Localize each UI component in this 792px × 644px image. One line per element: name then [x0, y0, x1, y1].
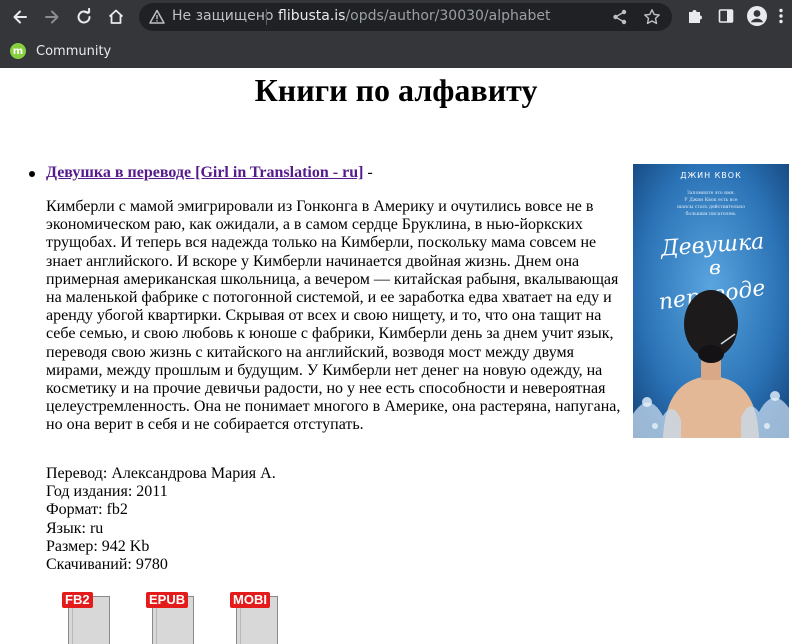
cover-title-line2: в	[709, 255, 721, 279]
list-bullet	[29, 171, 35, 177]
page-title: Книги по алфавиту	[254, 72, 538, 108]
download-epub-link[interactable]: EPUB	[142, 590, 194, 644]
arrow-right-icon	[45, 10, 59, 24]
address-bar[interactable]: Не защищено flibusta.is/opds/author/3003…	[139, 3, 672, 31]
more-vertical-icon	[779, 8, 783, 24]
arrow-left-icon	[13, 10, 27, 24]
detail-language: Язык: ru	[46, 519, 104, 537]
book-title-suffix: -	[363, 164, 373, 181]
profile-button[interactable]	[746, 5, 768, 27]
cover-tagline: шансы стать действительно	[677, 204, 745, 210]
cover-tagline: У Джин Квок есть все	[684, 197, 738, 203]
reload-button[interactable]	[71, 4, 97, 30]
share-icon[interactable]	[611, 8, 629, 26]
puzzle-icon	[689, 10, 702, 23]
book-cover-image[interactable]: ДЖИН КВОК Запомните это имя. У Джин Квок…	[633, 164, 789, 438]
bookmark-star-icon[interactable]	[643, 8, 661, 26]
warning-icon[interactable]	[149, 9, 165, 25]
book-heading: Девушка в переводе [Girl in Translation …	[46, 163, 373, 182]
side-panel-button[interactable]	[715, 5, 737, 27]
download-fb2-link[interactable]: FB2	[58, 590, 110, 644]
linux-mint-icon: m	[10, 43, 26, 59]
detail-size: Размер: 942 Kb	[46, 537, 150, 555]
forward-button[interactable]	[39, 4, 65, 30]
bookmark-label: Community	[36, 43, 112, 59]
security-status-label[interactable]: Не защищено	[172, 8, 273, 24]
extensions-button[interactable]	[684, 5, 706, 27]
bookmarks-bar: m Community	[0, 34, 792, 68]
address-separator	[266, 9, 267, 25]
download-mobi-link[interactable]: MOBI	[226, 590, 278, 644]
bookmark-community[interactable]: m Community	[10, 41, 111, 61]
home-button[interactable]	[103, 4, 129, 30]
browser-chrome: Не защищено flibusta.is/opds/author/3003…	[0, 0, 792, 68]
account-icon	[747, 6, 767, 26]
side-panel-icon	[718, 9, 734, 23]
book-details: Перевод: Александрова Мария А. Год издан…	[46, 465, 276, 574]
download-format-label: EPUB	[146, 592, 189, 608]
browser-toolbar: Не защищено flibusta.is/opds/author/3003…	[0, 0, 792, 34]
book-annotation: Кимберли с мамой эмигрировали из Гонконг…	[46, 198, 621, 434]
book-cover-art: ДЖИН КВОК Запомните это имя. У Джин Квок…	[633, 164, 789, 438]
book-title-link[interactable]: Девушка в переводе [Girl in Translation …	[46, 164, 363, 181]
url-text[interactable]: flibusta.is/opds/author/30030/alphabet	[278, 8, 550, 24]
cover-author: ДЖИН КВОК	[680, 171, 742, 180]
url-host: flibusta.is	[278, 8, 346, 24]
reload-icon	[77, 8, 91, 24]
detail-translator: Перевод: Александрова Мария А.	[46, 465, 276, 482]
home-icon	[108, 9, 124, 24]
menu-button[interactable]	[774, 5, 788, 27]
download-format-label: FB2	[62, 592, 93, 608]
url-path: /opds/author/30030/alphabet	[345, 8, 551, 24]
detail-downloads: Скачиваний: 9780	[46, 556, 168, 574]
cover-tagline: Запомните это имя.	[687, 190, 736, 196]
detail-format: Формат: fb2	[46, 501, 128, 519]
download-format-label: MOBI	[230, 592, 270, 608]
detail-year: Год издания: 2011	[46, 483, 168, 501]
cover-tagline: большим писателем.	[686, 210, 737, 217]
back-button[interactable]	[7, 4, 33, 30]
